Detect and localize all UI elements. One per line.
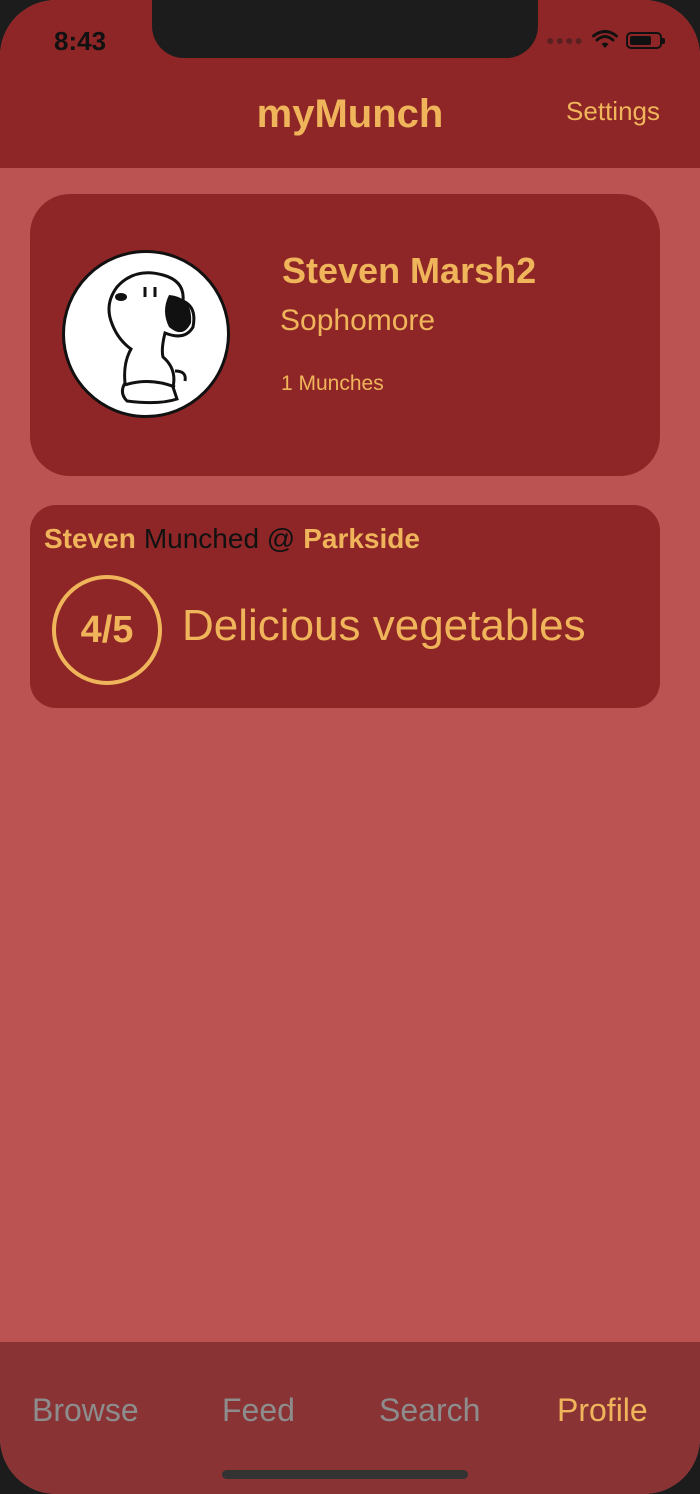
post-user[interactable]: Steven bbox=[44, 523, 136, 554]
app-screen: 8:43 ●●●● myMunch Settings Steven Marsh2… bbox=[0, 0, 700, 1494]
tab-search[interactable]: Search bbox=[379, 1392, 480, 1429]
settings-button[interactable]: Settings bbox=[566, 96, 660, 127]
munch-count: 1 Munches bbox=[281, 372, 384, 395]
avatar[interactable] bbox=[62, 250, 230, 418]
device-frame: 8:43 ●●●● myMunch Settings Steven Marsh2… bbox=[0, 0, 700, 1494]
post-place[interactable]: Parkside bbox=[303, 523, 420, 554]
review-text: Delicious vegetables bbox=[182, 601, 586, 650]
snoopy-avatar-icon bbox=[107, 271, 196, 405]
signal-icon: ●●●● bbox=[546, 32, 584, 48]
tab-feed[interactable]: Feed bbox=[222, 1392, 295, 1429]
tab-profile[interactable]: Profile bbox=[557, 1392, 648, 1429]
tab-browse[interactable]: Browse bbox=[32, 1392, 139, 1429]
status-time: 8:43 bbox=[54, 26, 107, 56]
home-indicator[interactable] bbox=[222, 1470, 468, 1479]
feed-post-card[interactable]: Steven Munched @ Parkside 4/5 Delicious ve… bbox=[30, 505, 660, 708]
navigation-bar: 8:43 ●●●● myMunch Settings bbox=[0, 0, 700, 168]
profile-year: Sophomore bbox=[280, 304, 436, 337]
profile-card: Steven Marsh2 Sophomore 1 Munches bbox=[30, 194, 660, 476]
device-notch bbox=[152, 0, 538, 58]
status-icons: ●●●● bbox=[546, 30, 665, 50]
post-header: Steven Munched @ Parkside bbox=[44, 523, 420, 555]
tab-bar: Browse Feed Search Profile bbox=[0, 1342, 700, 1494]
rating-badge: 4/5 bbox=[52, 575, 162, 685]
post-action: Munched @ bbox=[143, 523, 296, 554]
battery-level bbox=[630, 35, 651, 45]
wifi-icon bbox=[592, 30, 618, 48]
profile-name: Steven Marsh2 bbox=[282, 250, 537, 291]
battery-icon bbox=[626, 31, 665, 49]
